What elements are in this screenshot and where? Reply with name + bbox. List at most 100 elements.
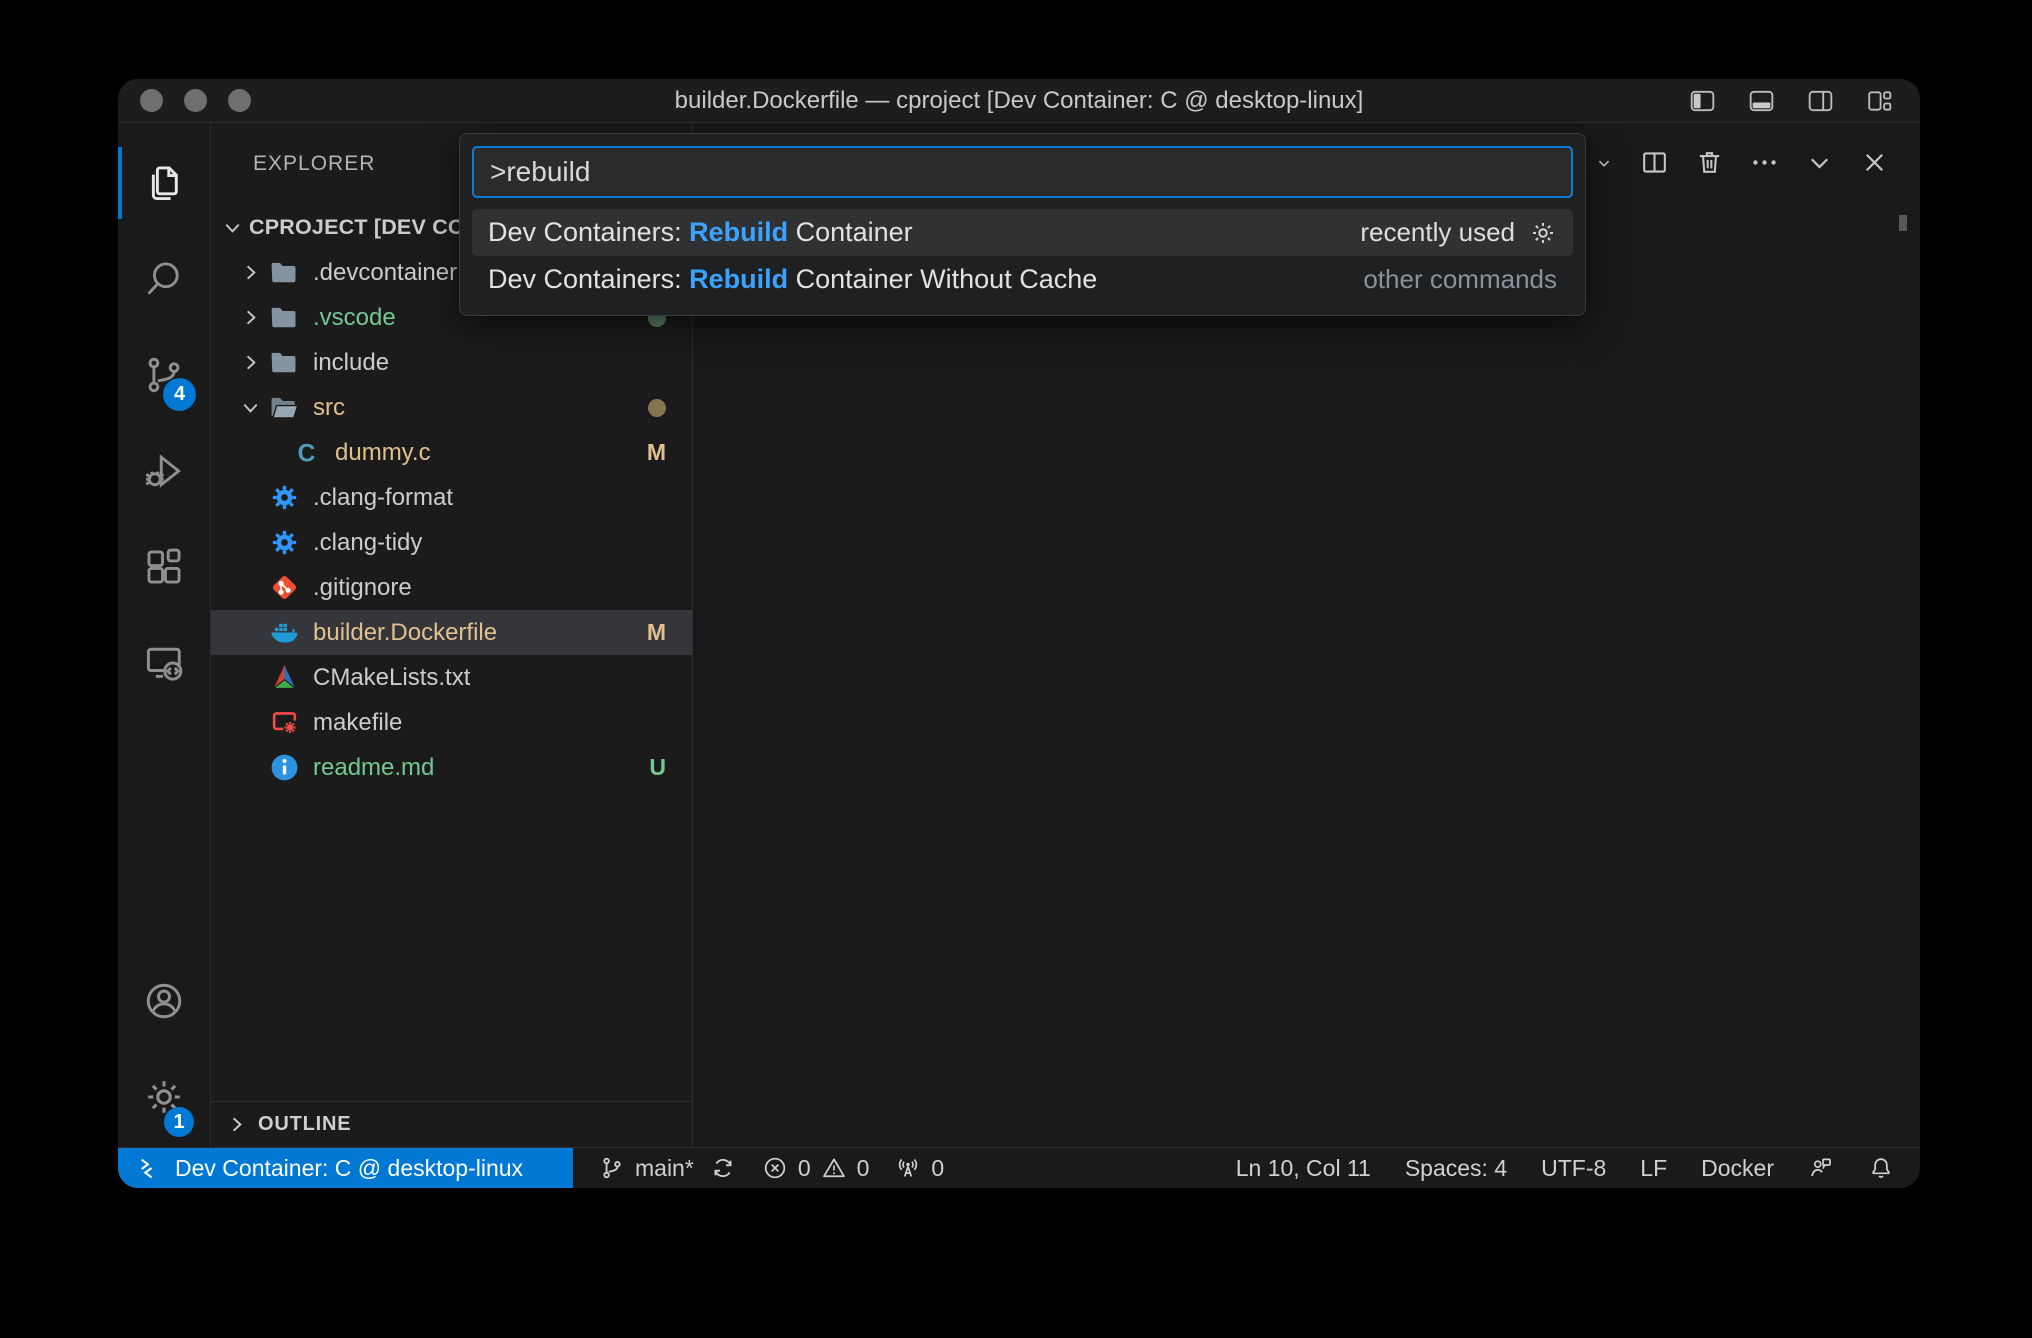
extensions-icon: [142, 545, 186, 589]
tree-item-builder-dockerfile[interactable]: builder.Dockerfile M: [211, 610, 692, 655]
error-icon: [762, 1155, 788, 1181]
ports-indicator[interactable]: 0: [895, 1148, 944, 1188]
file-name: CMakeLists.txt: [313, 664, 470, 692]
activity-explorer[interactable]: [118, 135, 210, 231]
file-name: .vscode: [313, 304, 396, 332]
gear-icon: [267, 481, 301, 515]
encoding[interactable]: UTF-8: [1541, 1155, 1606, 1182]
palette-result-dev-containers-rebuild-container[interactable]: Dev Containers: Rebuild Container recentl…: [472, 209, 1573, 256]
more-actions-icon[interactable]: [1749, 147, 1780, 178]
toggle-panel-icon[interactable]: [1747, 88, 1776, 114]
radio-tower-icon: [895, 1155, 921, 1181]
notifications-bell-icon[interactable]: [1868, 1155, 1894, 1181]
warnings-count: 0: [857, 1155, 870, 1182]
svg-text:C: C: [297, 441, 315, 468]
command-palette: Dev Containers: Rebuild Container recentl…: [459, 133, 1586, 316]
activity-bar: 4 1: [118, 123, 211, 1147]
language-mode[interactable]: Docker: [1701, 1155, 1774, 1182]
ports-count: 0: [931, 1155, 944, 1182]
activity-source-control[interactable]: 4: [118, 327, 210, 423]
tree-item-src[interactable]: src: [211, 385, 692, 430]
chevron-placeholder: [237, 485, 263, 511]
gear-icon: [267, 526, 301, 560]
file-name: include: [313, 349, 389, 377]
chevron-right-icon: [225, 1113, 248, 1136]
info-icon: [267, 751, 301, 785]
remote-label: Dev Container: C @ desktop-linux: [175, 1155, 523, 1182]
cmake-icon: [267, 661, 301, 695]
outline-title: OUTLINE: [258, 1113, 351, 1136]
remote-explorer-icon: [142, 641, 186, 685]
close-window-button[interactable]: [140, 89, 163, 112]
chevron-placeholder: [237, 620, 263, 646]
command-palette-input[interactable]: [472, 146, 1573, 198]
close-panel-icon[interactable]: [1859, 147, 1890, 178]
toggle-secondary-sidebar-icon[interactable]: [1806, 88, 1835, 114]
files-icon: [142, 161, 186, 205]
configure-keybinding-gear-icon[interactable]: [1529, 219, 1557, 247]
file-name: builder.Dockerfile: [313, 619, 497, 647]
status-bar: Dev Container: C @ desktop-linux main* 0…: [118, 1147, 1920, 1188]
kill-terminal-icon[interactable]: [1694, 147, 1725, 178]
eol-sequence[interactable]: LF: [1640, 1155, 1667, 1182]
remote-indicator[interactable]: Dev Container: C @ desktop-linux: [118, 1148, 573, 1188]
minimize-window-button[interactable]: [184, 89, 207, 112]
file-name: .clang-tidy: [313, 529, 422, 557]
chevron-placeholder: [237, 665, 263, 691]
indentation[interactable]: Spaces: 4: [1405, 1155, 1507, 1182]
window-title: builder.Dockerfile — cproject [Dev Conta…: [118, 87, 1920, 115]
errors-count: 0: [798, 1155, 811, 1182]
file-name: readme.md: [313, 754, 434, 782]
result-label: Dev Containers: Rebuild Container: [488, 217, 913, 248]
feedback-icon[interactable]: [1808, 1155, 1834, 1181]
activity-settings[interactable]: 1: [118, 1049, 210, 1145]
settings-badge: 1: [164, 1107, 194, 1137]
palette-results: Dev Containers: Rebuild Container recentl…: [472, 209, 1573, 303]
outline-section[interactable]: OUTLINE: [211, 1101, 692, 1147]
activity-extensions[interactable]: [118, 519, 210, 615]
warning-icon: [821, 1155, 847, 1181]
explorer-title: EXPLORER: [253, 152, 375, 176]
panel-actions: [1550, 147, 1890, 178]
chevron-placeholder: [237, 575, 263, 601]
folder-icon: [267, 346, 301, 380]
tree-item-gitignore[interactable]: .gitignore: [211, 565, 692, 610]
customize-layout-icon[interactable]: [1865, 88, 1894, 114]
tree-item-makefile[interactable]: makefile: [211, 700, 692, 745]
tree-item-readme-md[interactable]: readme.mdU: [211, 745, 692, 790]
remote-icon: [138, 1156, 163, 1181]
activity-run-debug[interactable]: [118, 423, 210, 519]
git-status-dot: [648, 399, 666, 417]
tree-item-include[interactable]: include: [211, 340, 692, 385]
activity-account[interactable]: [118, 953, 210, 1049]
tree-item-cmakelists-txt[interactable]: CMakeLists.txt: [211, 655, 692, 700]
result-meta: recently used: [1360, 217, 1515, 248]
zoom-window-button[interactable]: [228, 89, 251, 112]
split-terminal-icon[interactable]: [1639, 147, 1670, 178]
chevron-placeholder: [237, 710, 263, 736]
chevron-placeholder: [237, 755, 263, 781]
sync-icon: [710, 1155, 736, 1181]
activity-search[interactable]: [118, 231, 210, 327]
tree-item-dummy-c[interactable]: Cdummy.cM: [211, 430, 692, 475]
c-icon: C: [289, 436, 323, 470]
palette-result-dev-containers-rebuild-container-without-cache[interactable]: Dev Containers: Rebuild Container Withou…: [472, 256, 1573, 303]
activity-remote-explorer[interactable]: [118, 615, 210, 711]
branch-indicator[interactable]: main*: [599, 1148, 736, 1188]
tree-item-clang-format[interactable]: .clang-format: [211, 475, 692, 520]
scm-badge: 4: [163, 378, 196, 411]
tree-item-clang-tidy[interactable]: .clang-tidy: [211, 520, 692, 565]
scrollbar-thumb[interactable]: [1899, 215, 1907, 231]
git-status-badge: M: [647, 619, 666, 646]
toggle-primary-sidebar-icon[interactable]: [1688, 88, 1717, 114]
hide-panel-icon[interactable]: [1804, 147, 1835, 178]
search-icon: [142, 257, 186, 301]
file-name: makefile: [313, 709, 402, 737]
cursor-position[interactable]: Ln 10, Col 11: [1236, 1155, 1371, 1182]
problems-indicator[interactable]: 0 0: [762, 1148, 870, 1188]
folder-icon: [267, 256, 301, 290]
terminal-dropdown-icon[interactable]: [1593, 152, 1615, 174]
branch-label: main*: [635, 1155, 694, 1182]
chevron-placeholder: [237, 530, 263, 556]
titlebar: builder.Dockerfile — cproject [Dev Conta…: [118, 79, 1920, 123]
